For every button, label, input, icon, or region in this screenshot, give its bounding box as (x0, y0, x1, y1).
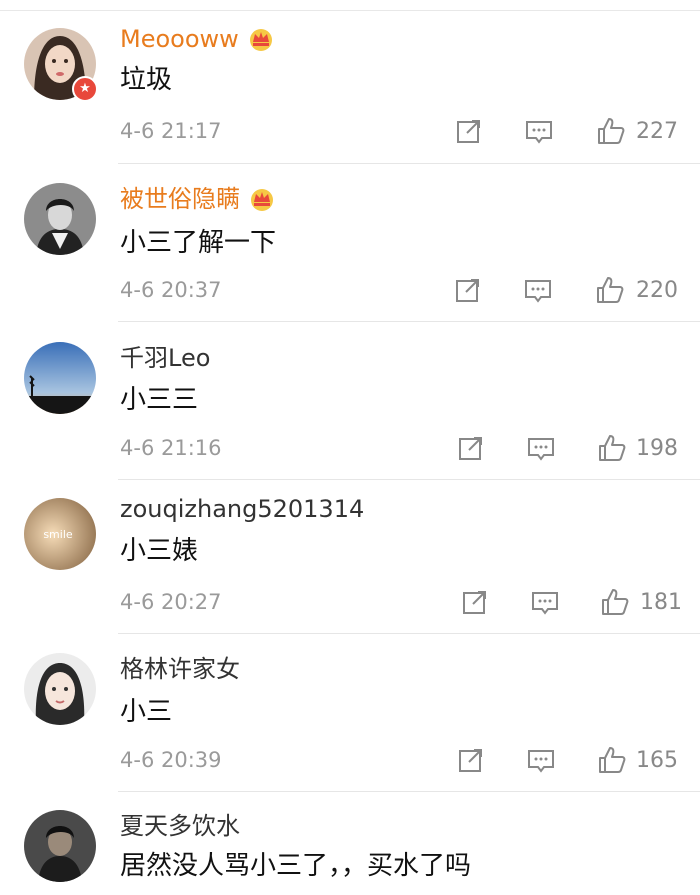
comment-item: 被世俗隐瞒 小三了解一下 4-6 20:37 220 (0, 164, 700, 322)
avatar[interactable] (24, 653, 96, 725)
comment-username[interactable]: zouqizhang5201314 (120, 494, 364, 524)
comment-item: 夏天多饮水 居然没人骂小三了，，买水了吗 (0, 792, 700, 895)
comment-text: 小三 (120, 697, 173, 727)
thumbs-up-icon[interactable] (595, 275, 625, 305)
comment-text: 小三了解一下 (120, 228, 277, 258)
comment-icon[interactable] (526, 433, 556, 463)
comment-time: 4-6 20:37 (120, 278, 222, 302)
avatar[interactable] (24, 342, 96, 414)
comment-username[interactable]: 千羽Leo (120, 343, 210, 373)
star-badge-icon: ★ (72, 76, 98, 102)
thumbs-up-icon[interactable] (596, 116, 626, 146)
thumbs-up-icon[interactable] (597, 433, 627, 463)
like-count: 165 (636, 748, 678, 773)
comment-item: ★ Meoooww 垃圾 4-6 21:17 227 (0, 0, 700, 164)
share-icon[interactable] (456, 433, 486, 463)
avatar[interactable] (24, 183, 96, 255)
crown-icon (251, 189, 273, 211)
avatar-caption: smile (43, 528, 73, 541)
like-count: 198 (636, 436, 678, 461)
comment-text: 垃圾 (120, 65, 173, 95)
share-icon[interactable] (454, 116, 484, 146)
comment-text: 居然没人骂小三了，，买水了吗 (120, 851, 472, 881)
share-icon[interactable] (456, 745, 486, 775)
share-icon[interactable] (453, 275, 483, 305)
comment-time: 4-6 20:39 (120, 748, 222, 772)
comment-icon[interactable] (523, 275, 553, 305)
crown-icon (249, 29, 272, 51)
thumbs-up-icon[interactable] (597, 745, 627, 775)
comment-item: 格林许家女 小三 4-6 20:39 165 (0, 634, 700, 792)
comment-username[interactable]: Meoooww (120, 24, 275, 54)
comment-username[interactable]: 被世俗隐瞒 (120, 184, 276, 214)
comment-item: 千羽Leo 小三三 4-6 21:16 198 (0, 322, 700, 480)
comment-icon[interactable] (524, 116, 554, 146)
thumbs-up-icon[interactable] (600, 587, 630, 617)
comment-icon[interactable] (526, 745, 556, 775)
comment-item: smile zouqizhang5201314 小三婊 4-6 20:27 18… (0, 480, 700, 634)
avatar[interactable] (24, 810, 96, 882)
comment-time: 4-6 21:17 (120, 119, 222, 143)
comment-username[interactable]: 夏天多饮水 (120, 811, 240, 841)
comment-time: 4-6 21:16 (120, 436, 222, 460)
like-count: 220 (636, 278, 678, 303)
comment-text: 小三三 (120, 385, 199, 415)
avatar[interactable]: smile (24, 498, 96, 570)
share-icon[interactable] (460, 587, 490, 617)
comment-icon[interactable] (530, 587, 560, 617)
comment-text: 小三婊 (120, 536, 199, 566)
like-count: 181 (640, 590, 682, 615)
comment-username[interactable]: 格林许家女 (120, 654, 240, 684)
comment-time: 4-6 20:27 (120, 590, 222, 614)
like-count: 227 (636, 119, 678, 144)
